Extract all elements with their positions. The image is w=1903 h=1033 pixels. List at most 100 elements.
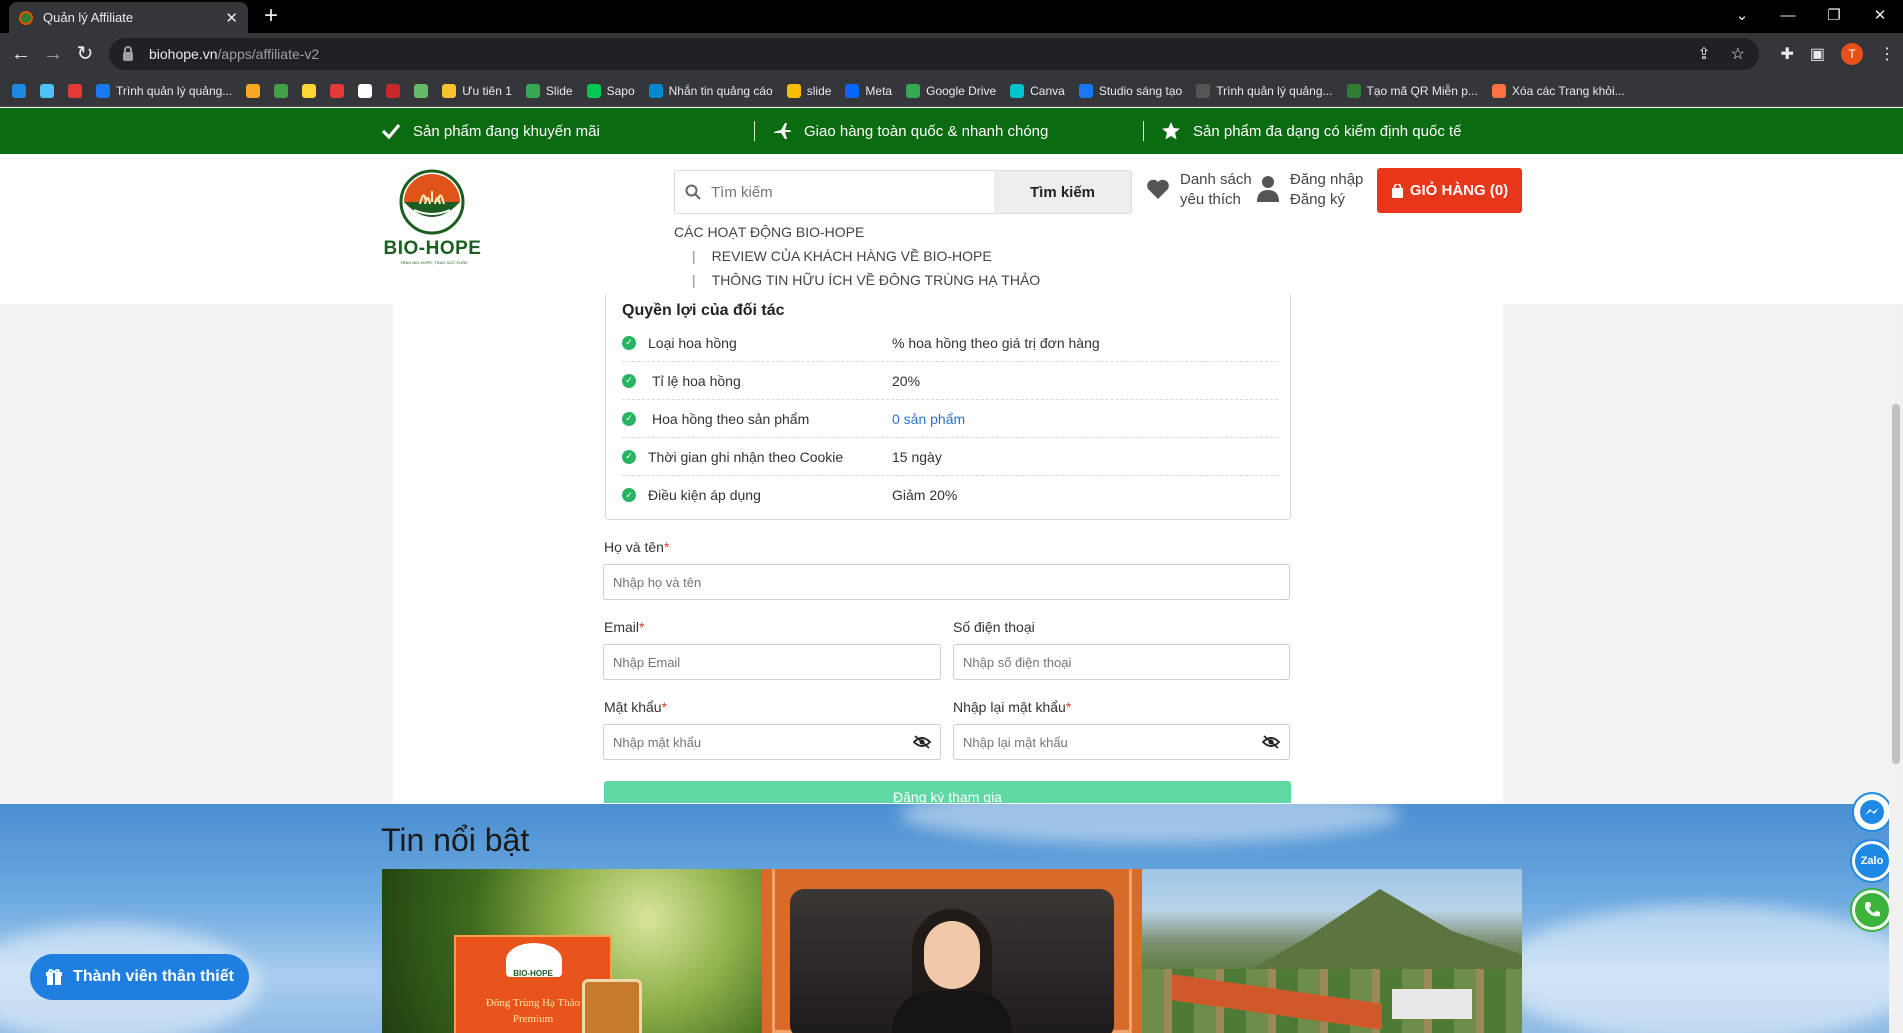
tab-title: Quản lý Affiliate (43, 10, 134, 25)
bookmark-item[interactable] (358, 83, 373, 98)
logo-text: BIO-HOPE (383, 238, 482, 259)
menu-item-activities[interactable]: CÁC HOẠT ĐỘNG BIO-HOPE (674, 220, 1040, 244)
phone-input[interactable] (963, 654, 1289, 670)
address-bar-row: ← → ↻ biohope.vn/apps/affiliate-v2 ⇪ ☆ ✚… (0, 33, 1903, 75)
loyal-member-button[interactable]: Thành viên thân thiết (30, 954, 249, 1000)
site-logo[interactable]: BIO-HOPE TRAO BIO-HOPE, TRAO SỨC KHỎE (380, 166, 485, 266)
bookmark-favicon-icon (845, 83, 860, 98)
news-thumbnail[interactable]: BIO-HOPE Đông Trùng Hạ Thảo Premium (382, 869, 762, 1033)
back-icon[interactable]: ← (8, 41, 34, 67)
promo-label: Sản phẩm đa dạng có kiểm định quốc tế (1193, 122, 1462, 140)
password-label: Mật khẩu* (604, 699, 668, 715)
benefit-label: Điều kiện áp dụng (648, 487, 761, 503)
bookmark-star-icon[interactable]: ☆ (1731, 44, 1745, 64)
bookmark-item[interactable] (302, 83, 317, 98)
menu-item-reviews[interactable]: REVIEW CỦA KHÁCH HÀNG VỀ BIO-HOPE (712, 248, 992, 264)
phone-icon[interactable] (1852, 890, 1892, 930)
benefit-label: Tỉ lệ hoa hồng (652, 372, 741, 389)
check-circle-icon: ✓ (622, 373, 636, 388)
bookmark-item[interactable] (12, 83, 26, 98)
bookmark-favicon-icon (386, 83, 401, 98)
benefits-panel: Quyền lợi của đối tác ✓ Loại hoa hồng % … (605, 294, 1291, 520)
bookmark-item[interactable]: Canva (1010, 83, 1065, 98)
benefit-label: Thời gian ghi nhận theo Cookie (648, 448, 844, 465)
bookmark-item[interactable] (386, 83, 401, 98)
bookmark-item[interactable] (68, 83, 82, 98)
register-submit-button[interactable]: Đăng ký tham gia (604, 781, 1291, 803)
bookmark-favicon-icon (786, 83, 801, 98)
forward-icon[interactable]: → (40, 41, 66, 67)
bookmark-favicon-icon (330, 83, 345, 98)
side-panel-icon[interactable]: ▣ (1810, 44, 1825, 64)
bookmark-item[interactable]: Ưu tiên 1 (442, 83, 512, 98)
bookmark-item[interactable]: Sapo (586, 83, 635, 98)
close-window-icon[interactable]: ✕ (1857, 0, 1903, 30)
bookmark-item[interactable]: Xóa các Trang khỏi... (1491, 83, 1625, 98)
share-icon[interactable]: ⇪ (1697, 44, 1710, 64)
tab-search-icon[interactable]: ⌄ (1719, 0, 1765, 30)
minimize-icon[interactable]: — (1765, 0, 1811, 30)
close-tab-icon[interactable]: ✕ (225, 9, 238, 27)
messenger-icon[interactable] (1852, 792, 1892, 832)
search-input[interactable] (711, 171, 994, 213)
email-input[interactable] (613, 654, 940, 670)
bookmark-item[interactable] (414, 83, 429, 98)
bookmark-favicon-icon (525, 83, 540, 98)
bookmark-item[interactable]: slide (786, 83, 831, 98)
bookmark-favicon-icon (68, 83, 82, 98)
register-link[interactable]: Đăng ký (1290, 190, 1363, 210)
bookmark-item[interactable] (246, 83, 261, 98)
restore-icon[interactable]: ❐ (1811, 0, 1857, 30)
benefit-label: Loại hoa hồng (648, 334, 737, 351)
cart-button[interactable]: GIỎ HÀNG (0) (1377, 168, 1522, 213)
check-circle-icon: ✓ (622, 449, 636, 464)
confirm-password-field (953, 724, 1290, 760)
bookmark-item[interactable]: Trình quản lý quảng... (1196, 83, 1333, 98)
bookmark-item[interactable]: Slide (525, 83, 573, 98)
search-button[interactable]: Tìm kiếm (994, 171, 1131, 213)
bookmark-item[interactable]: Meta (845, 83, 892, 98)
eye-slash-icon[interactable] (904, 735, 940, 749)
browser-tab[interactable]: Quản lý Affiliate ✕ (9, 2, 248, 33)
bookmark-item[interactable]: Google Drive (906, 83, 997, 98)
bookmark-item[interactable]: Nhắn tin quảng cáo (648, 83, 773, 98)
page-scrollbar[interactable] (1889, 304, 1903, 1033)
bookmark-label: Nhắn tin quảng cáo (668, 83, 773, 98)
bookmark-item[interactable] (40, 83, 54, 98)
bookmark-label: Trình quản lý quảng... (1216, 83, 1333, 98)
product-commission-link[interactable]: 0 sản phẩm (892, 411, 965, 427)
login-link[interactable]: Đăng nhập (1290, 170, 1363, 190)
zalo-icon[interactable]: Zalo (1852, 841, 1892, 881)
bookmark-item[interactable]: Studio sáng tạo (1078, 83, 1182, 98)
menu-kebab-icon[interactable]: ⋮ (1879, 44, 1895, 64)
scrollbar-thumb[interactable] (1892, 404, 1900, 764)
reload-icon[interactable]: ↻ (72, 41, 98, 67)
menu-item-info[interactable]: THÔNG TIN HỮU ÍCH VỀ ĐÔNG TRÙNG HẠ THẢO (712, 272, 1041, 288)
lock-icon (123, 45, 133, 61)
check-circle-icon: ✓ (622, 488, 636, 502)
benefit-value: 20% (892, 372, 921, 389)
bookmark-favicon-icon (414, 83, 429, 98)
bookmark-item[interactable] (274, 83, 289, 98)
check-circle-icon: ✓ (622, 411, 636, 426)
bookmark-item[interactable] (330, 83, 345, 98)
bookmark-favicon-icon (586, 83, 601, 98)
site-header: BIO-HOPE TRAO BIO-HOPE, TRAO SỨC KHỎE Tì… (0, 154, 1903, 304)
new-tab-icon[interactable]: + (258, 3, 284, 29)
promo-label: Sản phẩm đang khuyến mãi (413, 122, 600, 140)
name-input[interactable] (613, 574, 1289, 590)
bookmark-label: Google Drive (926, 83, 997, 98)
member-label: Thành viên thân thiết (73, 968, 234, 985)
password-input[interactable] (613, 734, 904, 750)
bookmark-item[interactable]: Trình quản lý quảng... (96, 83, 232, 98)
bookmark-item[interactable]: Tạo mã QR Miễn p... (1346, 83, 1478, 98)
omnibox[interactable]: biohope.vn/apps/affiliate-v2 ⇪ ☆ (109, 38, 1759, 70)
news-thumbnail[interactable] (1142, 869, 1522, 1033)
eye-slash-icon[interactable] (1253, 735, 1289, 749)
extensions-icon[interactable]: ✚ (1780, 44, 1793, 64)
profile-avatar[interactable]: T (1841, 43, 1863, 65)
bookmark-favicon-icon (246, 83, 261, 98)
confirm-password-input[interactable] (963, 734, 1253, 750)
news-thumbnail[interactable] (762, 869, 1142, 1033)
favorites-link[interactable]: Danh sách yêu thích (1146, 170, 1252, 210)
